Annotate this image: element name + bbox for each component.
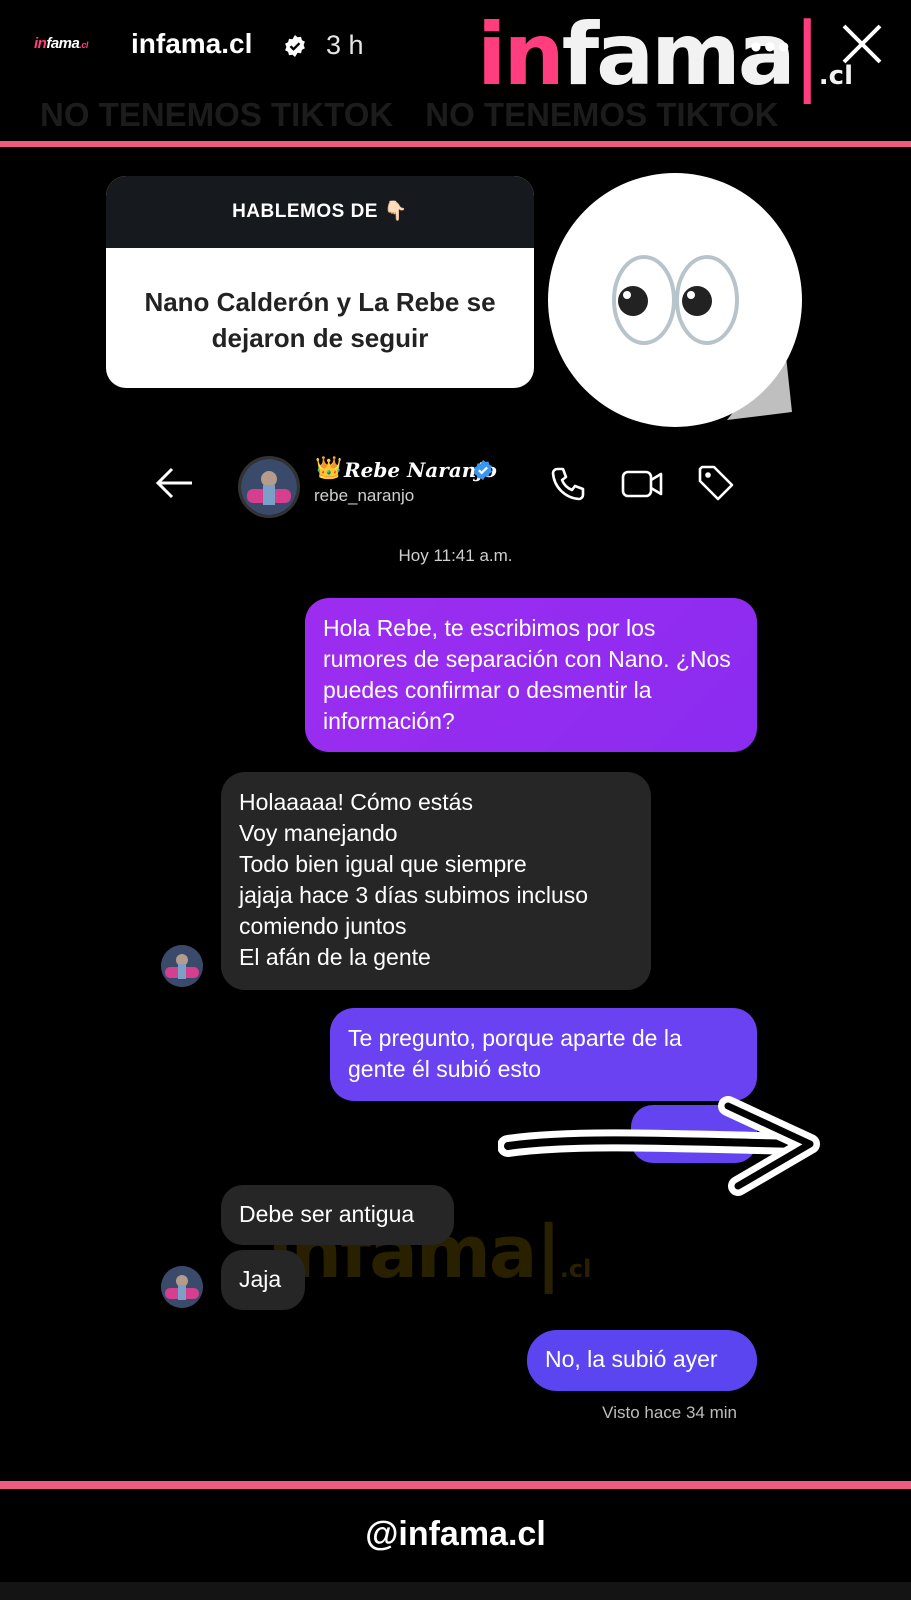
sent-message-bubble[interactable]: No, la subió ayer: [527, 1330, 757, 1391]
mini-brand-logo: infama.cl: [34, 35, 88, 52]
question-sticker-body: Nano Calderón y La Rebe se dejaron de se…: [144, 287, 496, 353]
banner-text-2: NO TENEMOS TIKTOK: [425, 96, 779, 133]
received-message-bubble[interactable]: Holaaaaa! Cómo estás Voy manejando Todo …: [221, 772, 651, 990]
crown-emoji: 👑: [315, 455, 343, 480]
message-line: Todo bien igual que siempre: [239, 851, 527, 877]
banner-text-1: NO TENEMOS TIKTOK: [40, 96, 394, 133]
contact-avatar-small[interactable]: [161, 945, 203, 987]
close-icon[interactable]: [836, 18, 888, 70]
contact-username: rebe_naranjo: [314, 486, 415, 505]
more-icon[interactable]: •••: [750, 28, 792, 67]
message-line: jajaja hace 3 días subimos incluso: [239, 882, 589, 908]
back-arrow-icon[interactable]: [154, 463, 196, 503]
sent-message-bubble[interactable]: Te pregunto, porque aparte de la gente é…: [330, 1008, 757, 1101]
sent-message-bubble[interactable]: Hola Rebe, te escribimos por los rumores…: [305, 598, 757, 752]
message-line: El afán de la gente: [239, 944, 431, 970]
top-divider: [0, 141, 911, 147]
message-line: comiendo juntos: [239, 913, 407, 939]
message-line: Holaaaaa! Cómo estás: [239, 789, 473, 815]
contact-avatar-small[interactable]: [161, 1266, 203, 1308]
verified-badge-icon: [285, 35, 305, 57]
post-time: 3 h: [326, 30, 364, 60]
eyes-emoji-icon: [548, 173, 802, 427]
question-sticker-header: HABLEMOS DE 👇🏻: [106, 176, 534, 248]
contact-avatar[interactable]: [238, 456, 300, 518]
question-sticker: HABLEMOS DE 👇🏻 Nano Calderón y La Rebe s…: [106, 176, 534, 388]
tag-icon[interactable]: [695, 462, 737, 504]
bottom-divider: [0, 1481, 911, 1489]
reply-bar: [0, 1582, 911, 1600]
footer-handle[interactable]: @infama.cl: [0, 1515, 911, 1554]
received-message-bubble[interactable]: Jaja: [221, 1250, 305, 1310]
chat-timestamp: Hoy 11:41 a.m.: [398, 546, 513, 565]
phone-call-icon[interactable]: [548, 464, 588, 504]
video-call-icon[interactable]: [620, 464, 664, 504]
hand-drawn-arrow-icon: [498, 1096, 820, 1196]
account-name[interactable]: infama.cl: [131, 28, 252, 60]
verified-badge-icon: [473, 459, 493, 481]
banner-text: NO TENEMOS TIKTOK NO TENEMOS TIKTOK: [0, 96, 911, 136]
message-line: Voy manejando: [239, 820, 398, 846]
seen-status: Visto hace 34 min: [602, 1403, 737, 1422]
received-message-bubble[interactable]: Debe ser antigua: [221, 1185, 454, 1245]
